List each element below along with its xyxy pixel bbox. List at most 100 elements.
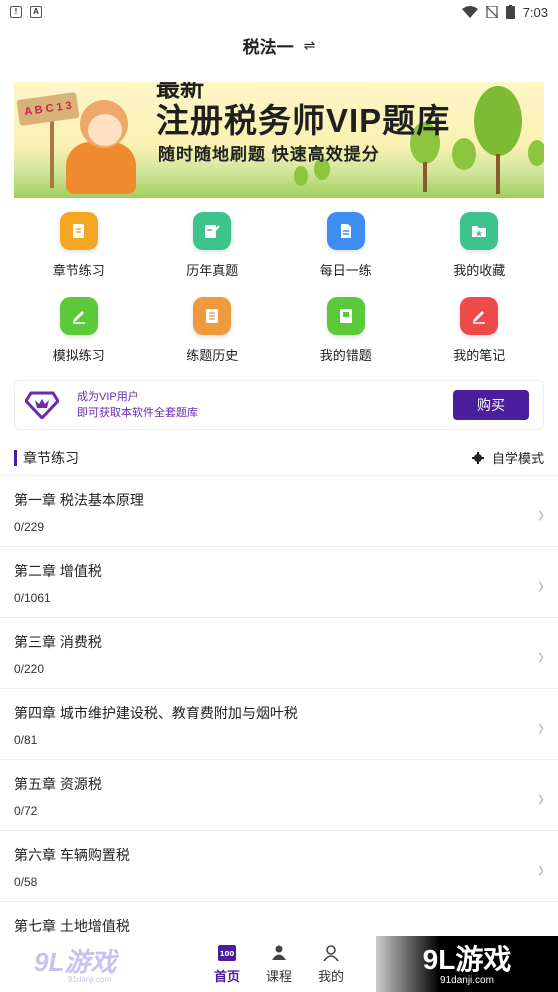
tab-label: 我的 — [317, 968, 344, 984]
chapter-row[interactable]: 第一章 税法基本原理 0/229 › — [0, 476, 558, 547]
chapter-progress: 0/58 — [14, 875, 38, 889]
section-header: 章节练习 自学模式 — [0, 440, 558, 476]
home-100-icon: 100 — [217, 944, 237, 962]
chevron-right-icon: › — [538, 641, 544, 670]
chapter-list: 第一章 税法基本原理 0/229 › 第二章 增值税 0/1061 › 第三章 … — [0, 476, 558, 973]
chapter-progress: 0/220 — [14, 662, 45, 676]
user-icon — [321, 944, 341, 962]
feature-favorites[interactable]: 我的收藏 — [413, 212, 547, 279]
feature-daily-practice[interactable]: 每日一练 — [279, 212, 413, 279]
wifi-icon — [461, 6, 478, 18]
section-title: 章节练习 — [23, 449, 79, 466]
notification-icon: ! — [10, 6, 22, 18]
feature-label: 历年真题 — [186, 263, 239, 278]
gear-icon — [471, 451, 484, 464]
tree-decoration — [474, 86, 522, 156]
status-time: 7:03 — [522, 4, 548, 20]
vip-crown-icon — [25, 391, 59, 419]
buy-button[interactable]: 购买 — [453, 390, 529, 420]
signpost — [50, 118, 54, 188]
chapter-row[interactable]: 第三章 消费税 0/220 › — [0, 618, 558, 689]
feature-past-exams[interactable]: 历年真题 — [146, 212, 280, 279]
tab-label: 课程 — [265, 968, 292, 984]
chevron-right-icon: › — [538, 570, 544, 599]
feature-label: 模拟练习 — [52, 348, 105, 363]
tab-course[interactable]: 课程 — [262, 944, 296, 985]
feature-label: 练题历史 — [186, 348, 239, 363]
feature-mock-exam[interactable]: 模拟练习 — [12, 297, 146, 364]
watermark-logo-text: 9L游戏 — [34, 947, 117, 977]
tree-decoration — [294, 166, 308, 186]
notification-a-icon: A — [30, 6, 42, 18]
no-sim-icon — [485, 6, 498, 18]
tab-label: 首页 — [213, 968, 240, 984]
feature-grid: 章节练习 历年真题 每日一练 我的收藏 模拟练习 练题历史 我的错题 我的笔记 — [0, 212, 558, 364]
edit-icon — [193, 212, 232, 250]
vip-card: 成为VIP用户 即可获取本软件全套题库 购买 — [14, 380, 544, 430]
chapter-row[interactable]: 第五章 资源税 0/72 › — [0, 760, 558, 831]
book-icon — [326, 297, 365, 335]
chevron-right-icon: › — [538, 712, 544, 741]
chevron-right-icon: › — [538, 499, 544, 528]
swap-icon[interactable]: ⇌ — [304, 37, 316, 54]
chevron-right-icon: › — [538, 783, 544, 812]
chapter-title: 第三章 消费税 — [14, 634, 102, 650]
watermark-right: 9L游戏 91danji.com — [376, 936, 558, 992]
chapter-progress: 0/72 — [14, 804, 38, 818]
feature-label: 我的笔记 — [453, 348, 506, 363]
tree-decoration — [528, 140, 544, 166]
study-mode-label: 自学模式 — [491, 451, 544, 466]
chapter-title: 第四章 城市维护建设税、教育费附加与烟叶税 — [14, 705, 298, 721]
document-icon — [59, 212, 98, 250]
tree-trunk — [496, 154, 500, 194]
chapter-row[interactable]: 第四章 城市维护建设税、教育费附加与烟叶税 0/81 › — [0, 689, 558, 760]
status-bar: ! A 7:03 — [0, 0, 558, 24]
note-icon — [460, 297, 499, 335]
battery-icon — [505, 5, 515, 19]
pencil-icon — [59, 297, 98, 335]
feature-wrong-questions[interactable]: 我的错题 — [279, 297, 413, 364]
abc-sign: A B C 1 3 — [16, 91, 80, 127]
banner-subtitle: 随时随地刷题 快速高效提分 — [158, 145, 380, 164]
chapter-progress: 0/1061 — [14, 591, 51, 605]
vip-line2: 即可获取本软件全套题库 — [77, 407, 198, 419]
chapter-row[interactable]: 第二章 增值税 0/1061 › — [0, 547, 558, 618]
chapter-title: 第一章 税法基本原理 — [14, 492, 144, 508]
section-accent-bar — [14, 449, 17, 466]
tree-trunk — [423, 162, 427, 192]
chapter-title: 第六章 车辆购置税 — [14, 847, 130, 863]
tree-decoration — [452, 138, 476, 170]
feature-label: 每日一练 — [319, 263, 372, 278]
chapter-title: 第五章 资源税 — [14, 776, 102, 792]
subject-title[interactable]: 税法一 — [243, 33, 294, 58]
history-icon — [193, 297, 232, 335]
chapter-progress: 0/229 — [14, 520, 45, 534]
svg-text:100: 100 — [220, 950, 235, 958]
star-folder-icon — [460, 212, 499, 250]
tab-mine[interactable]: 我的 — [314, 944, 348, 985]
status-notifications: ! A — [10, 6, 42, 18]
watermark-url: 91danji.com — [440, 975, 494, 986]
file-icon — [326, 212, 365, 250]
feature-history[interactable]: 练题历史 — [146, 297, 280, 364]
study-mode-toggle[interactable]: 自学模式 — [471, 448, 544, 467]
girl-face — [88, 114, 122, 146]
feature-chapter-practice[interactable]: 章节练习 — [12, 212, 146, 279]
chapter-progress: 0/81 — [14, 733, 38, 747]
banner-title: 注册税务师VIP题库 — [156, 102, 451, 139]
feature-label: 章节练习 — [52, 263, 105, 278]
promo-banner[interactable]: A B C 1 3 最新 注册税务师VIP题库 随时随地刷题 快速高效提分 — [14, 82, 544, 198]
watermark-logo-text: 9L游戏 — [422, 944, 512, 975]
title-bar: 税法一 ⇌ — [0, 24, 558, 66]
girl-illustration — [66, 142, 136, 194]
chapter-row[interactable]: 第六章 车辆购置税 0/58 › — [0, 831, 558, 902]
chapter-title: 第七章 土地增值税 — [14, 918, 130, 934]
feature-notes[interactable]: 我的笔记 — [413, 297, 547, 364]
tab-home[interactable]: 100 首页 — [210, 944, 244, 985]
chevron-right-icon: › — [538, 854, 544, 883]
feature-label: 我的错题 — [319, 348, 372, 363]
chapter-title: 第二章 增值税 — [14, 563, 102, 579]
course-icon — [269, 944, 289, 962]
vip-line1: 成为VIP用户 — [77, 391, 139, 403]
watermark-left: 9L游戏 91danji.com — [34, 942, 134, 984]
